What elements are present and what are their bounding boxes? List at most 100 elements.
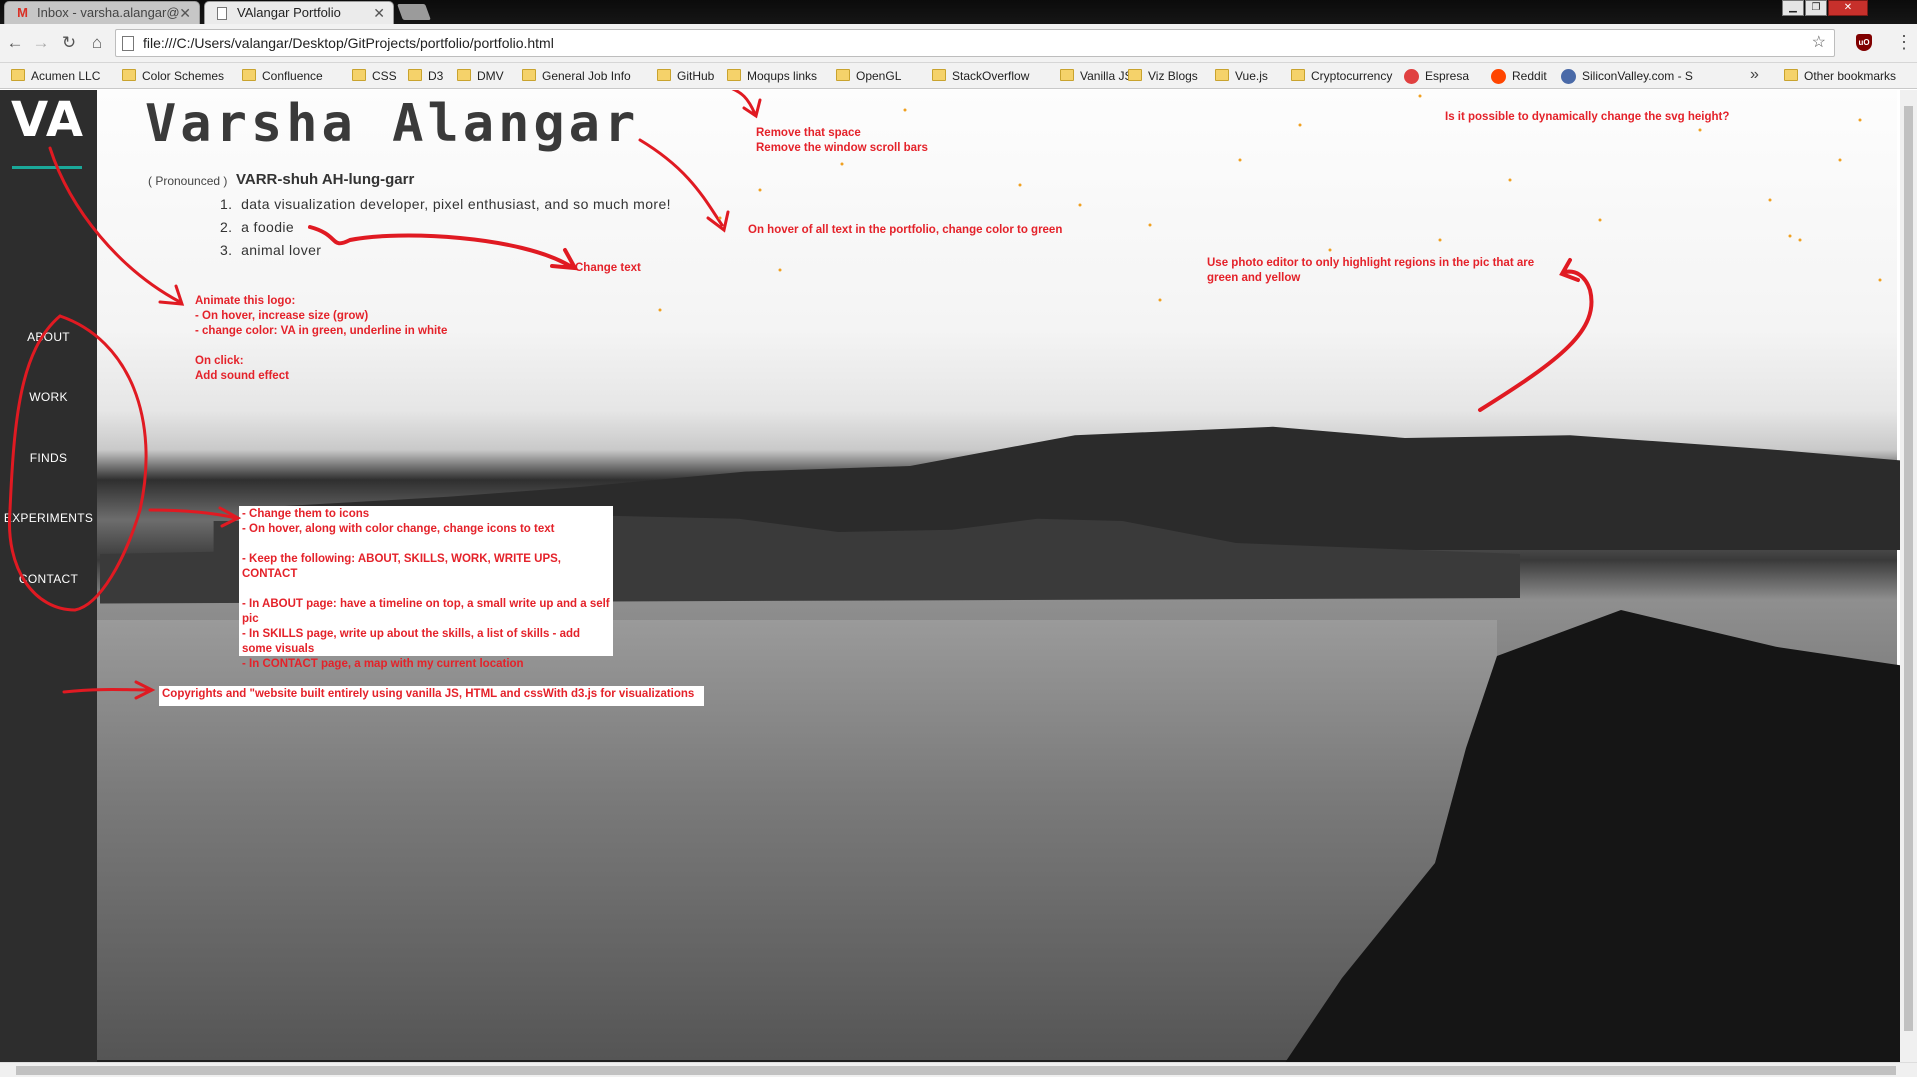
bookmark-label: Vue.js	[1235, 69, 1268, 83]
folder-icon	[1215, 69, 1229, 81]
bookmark-item[interactable]: Cryptocurrency	[1289, 63, 1392, 89]
bookmark-item[interactable]: SiliconValley.com - S	[1560, 63, 1693, 89]
page-viewport: VA ABOUT WORK FINDS EXPERIMENTS CONTACT …	[0, 90, 1917, 1077]
bookmark-item[interactable]: DMV	[455, 63, 504, 89]
bookmark-item[interactable]: Viz Blogs	[1126, 63, 1198, 89]
close-icon[interactable]: ✕	[179, 2, 191, 24]
bookmark-label: D3	[428, 69, 444, 83]
bookmark-item[interactable]: D3	[406, 63, 443, 89]
bookmark-item[interactable]: Vue.js	[1213, 63, 1268, 89]
annotation-photo-editor: Use photo editor to only highlight regio…	[1207, 257, 1535, 284]
bookmark-item[interactable]: CSS	[350, 63, 397, 89]
ublock-icon[interactable]: uO	[1856, 34, 1872, 51]
nav-work[interactable]: WORK	[0, 390, 97, 404]
bookmark-item[interactable]: Reddit	[1490, 63, 1547, 89]
intro-item-3: 3. animal lover	[220, 242, 322, 258]
intro-text: data visualization developer, pixel enth…	[241, 196, 671, 212]
gmail-icon: M	[17, 5, 28, 20]
close-icon[interactable]: ✕	[373, 2, 385, 24]
bookmark-item[interactable]: Color Schemes	[120, 63, 224, 89]
bookmark-label: SiliconValley.com - S	[1582, 69, 1693, 83]
bookmark-label: Reddit	[1512, 69, 1547, 83]
folder-icon	[1060, 69, 1074, 81]
folder-icon	[727, 69, 741, 81]
bookmark-label: Confluence	[262, 69, 323, 83]
bookmark-label: Viz Blogs	[1148, 69, 1198, 83]
star-icon[interactable]: ☆	[1812, 30, 1826, 56]
annotation-footer: Copyrights and "website built entirely u…	[159, 686, 704, 706]
bookmark-other[interactable]: Other bookmarks	[1782, 63, 1896, 89]
bookmark-item[interactable]: General Job Info	[520, 63, 631, 89]
bookmark-label: Color Schemes	[142, 69, 225, 83]
folder-icon	[657, 69, 671, 81]
bookmark-item[interactable]: Espresa	[1403, 63, 1469, 89]
page-icon	[217, 7, 227, 20]
home-icon[interactable]: ⌂	[88, 34, 106, 52]
tab-strip: M Inbox - varsha.alangar@ ✕ VAlangar Por…	[0, 0, 1917, 24]
site-icon	[1404, 69, 1419, 84]
pronunciation: VARR-shuh AH-lung-garr	[236, 171, 415, 188]
bookmark-label: Other bookmarks	[1804, 69, 1897, 83]
reload-icon[interactable]: ↻	[60, 34, 78, 52]
scroll-thumb[interactable]	[1904, 106, 1913, 1031]
forward-icon[interactable]: →	[32, 34, 50, 52]
folder-icon	[836, 69, 850, 81]
nav-finds[interactable]: FINDS	[0, 451, 97, 465]
folder-icon	[932, 69, 946, 81]
bookmark-item[interactable]: Confluence	[240, 63, 323, 89]
bookmarks-bar: Acumen LLC Color Schemes Confluence CSS D3 DM…	[0, 63, 1917, 89]
sidebar: VA ABOUT WORK FINDS EXPERIMENTS CONTACT	[0, 90, 97, 1062]
restore-button[interactable]: ❐	[1805, 0, 1827, 16]
new-tab-button[interactable]	[397, 4, 431, 20]
close-window-button[interactable]: ✕	[1828, 0, 1868, 16]
tab-portfolio[interactable]: VAlangar Portfolio ✕	[204, 1, 394, 24]
folder-icon	[352, 69, 366, 81]
tab-inbox[interactable]: M Inbox - varsha.alangar@ ✕	[4, 1, 200, 24]
scroll-thumb[interactable]	[16, 1066, 1896, 1075]
bookmark-item[interactable]: StackOverflow	[930, 63, 1029, 89]
minimize-button[interactable]: ▁	[1782, 0, 1804, 16]
logo[interactable]: VA	[11, 92, 84, 148]
annotation-nav: - Change them to icons - On hover, along…	[239, 506, 613, 670]
folder-icon	[1291, 69, 1305, 81]
site-icon	[1561, 69, 1576, 84]
url-text[interactable]: file:///C:/Users/valangar/Desktop/GitPro…	[143, 30, 554, 57]
annotation-remove-space: Remove that space Remove the window scro…	[756, 127, 928, 154]
logo-underline	[12, 166, 82, 169]
nav-about[interactable]: ABOUT	[0, 330, 97, 344]
folder-icon	[408, 69, 422, 81]
bookmark-label: CSS	[372, 69, 397, 83]
intro-text: animal lover	[241, 242, 322, 258]
bookmark-label: General Job Info	[542, 69, 631, 83]
back-icon[interactable]: ←	[6, 34, 24, 52]
intro-text: a foodie	[241, 219, 295, 235]
folder-icon	[122, 69, 136, 81]
intro-item-1: 1. data visualization developer, pixel e…	[220, 196, 671, 212]
bookmark-item[interactable]: GitHub	[655, 63, 714, 89]
folder-icon	[457, 69, 471, 81]
bookmark-label: OpenGL	[856, 69, 902, 83]
folder-icon	[242, 69, 256, 81]
bookmark-item[interactable]: OpenGL	[834, 63, 901, 89]
bookmark-item[interactable]: Vanilla JS	[1058, 63, 1132, 89]
annotation-hover-color: On hover of all text in the portfolio, c…	[748, 224, 1063, 236]
intro-item-2: 2. a foodie	[220, 219, 295, 235]
bookmark-item[interactable]: Acumen LLC	[9, 63, 100, 89]
bookmark-label: Cryptocurrency	[1311, 69, 1393, 83]
bookmark-item[interactable]: Moqups links	[725, 63, 817, 89]
more-bookmarks-icon[interactable]: »	[1750, 63, 1759, 87]
nav-experiments[interactable]: EXPERIMENTS	[0, 511, 97, 525]
vertical-scrollbar[interactable]	[1900, 90, 1917, 1062]
tab-title: VAlangar Portfolio	[237, 5, 341, 20]
folder-icon	[522, 69, 536, 81]
annotation-logo: Animate this logo: - On hover, increase …	[195, 295, 448, 382]
bookmark-label: DMV	[477, 69, 504, 83]
tab-title: Inbox - varsha.alangar@	[37, 5, 180, 20]
horizontal-scrollbar[interactable]	[0, 1062, 1917, 1077]
bookmark-label: Espresa	[1425, 69, 1470, 83]
nav-contact[interactable]: CONTACT	[0, 572, 97, 586]
site-icon	[1491, 69, 1506, 84]
browser-toolbar: ← → ↻ ⌂ file:///C:/Users/valangar/Deskto…	[0, 24, 1917, 63]
address-bar[interactable]: file:///C:/Users/valangar/Desktop/GitPro…	[115, 29, 1835, 57]
menu-icon[interactable]: ⋮	[1895, 33, 1913, 51]
